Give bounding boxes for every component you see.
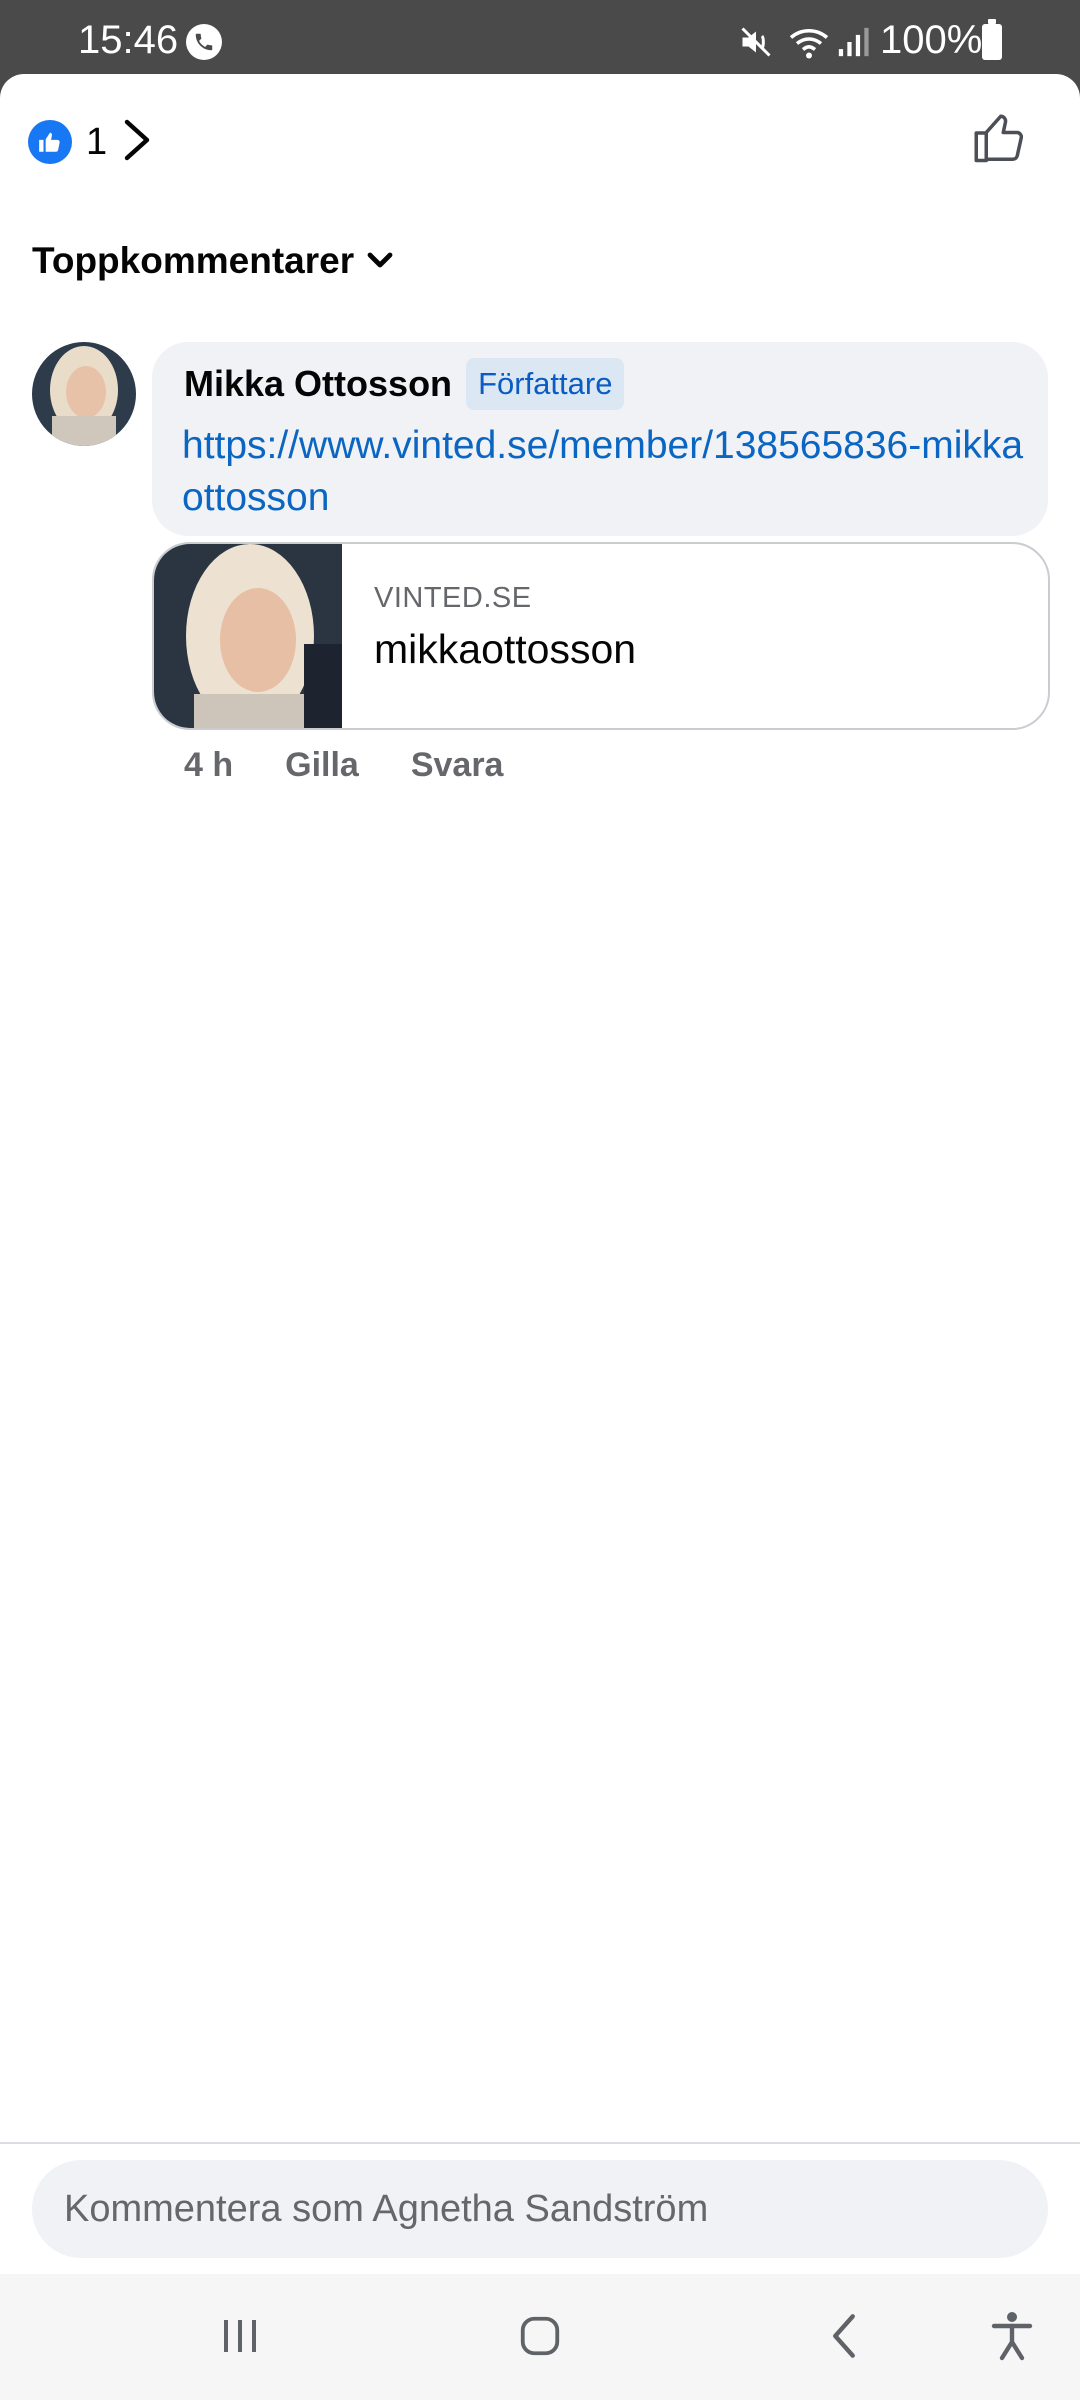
author-badge: Författare [466,358,625,410]
back-icon [833,2314,855,2358]
accessibility-icon [991,2312,1033,2361]
avatar[interactable] [32,342,136,446]
battery-percentage: 100% [880,18,983,62]
battery-icon [982,19,1002,60]
chevron-down-icon [367,252,393,268]
wifi-icon [788,24,830,65]
sort-label: Toppkommentarer [32,240,355,281]
link-preview-title: mikkaottosson [374,626,637,672]
comment-input[interactable]: Kommentera som Agnetha Sandström [32,2160,1048,2258]
status-bar: 15:46 100% [0,0,1080,74]
comment-link[interactable]: https://www.vinted.se/member/138565836-m… [182,420,1032,524]
like-comment-button[interactable]: Gilla [285,746,359,785]
comment-sort-dropdown[interactable]: Toppkommentarer [32,240,394,282]
signal-icon [836,24,870,65]
link-preview-card[interactable]: VINTED.SE mikkaottosson [152,542,1050,730]
link-preview-domain: VINTED.SE [374,582,532,614]
reaction-count: 1 [86,120,108,163]
comment-actions: 4 h Gilla Svara [184,746,555,785]
sheet-header: 1 [0,74,1080,194]
status-time: 15:46 [78,18,179,62]
chevron-right-icon [123,118,151,167]
home-button[interactable] [508,2304,572,2368]
accessibility-button[interactable] [980,2304,1044,2368]
comments-sheet: 1 Toppkommentarer Mikka Ottosson Författ… [0,74,1080,2274]
reactions-summary[interactable]: 1 [28,114,151,170]
phone-call-icon [186,24,222,60]
divider [0,2142,1080,2144]
recent-apps-button[interactable] [208,2304,272,2368]
link-preview-thumbnail [154,544,342,728]
thumbs-up-outline-icon [974,114,1024,163]
comment-time: 4 h [184,746,234,784]
mute-icon [738,24,774,65]
comment-input-placeholder: Kommentera som Agnetha Sandström [64,2187,709,2230]
back-button[interactable] [812,2304,876,2368]
comment-author[interactable]: Mikka Ottosson [184,363,452,405]
reply-button[interactable]: Svara [411,746,504,785]
comment-author-row: Mikka Ottosson Författare [184,358,625,410]
home-icon [520,2316,560,2356]
recent-apps-icon [224,2320,256,2352]
navigation-bar [0,2274,1080,2400]
like-post-button[interactable] [970,108,1030,168]
like-reaction-icon [28,120,72,164]
comment-bubble[interactable]: Mikka Ottosson Författare https://www.vi… [152,342,1048,536]
